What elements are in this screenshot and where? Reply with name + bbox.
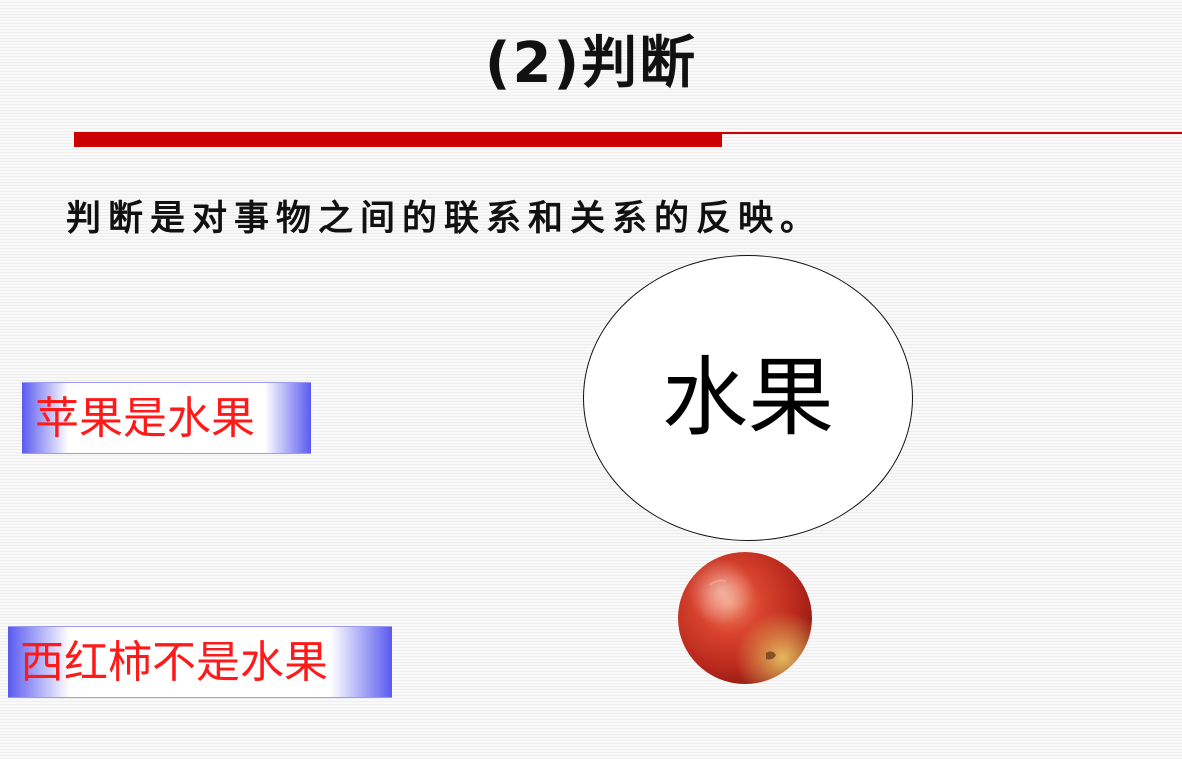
statement-box-tomato: 西红柿不是水果 [8,626,392,698]
slide-title: (2)判断 [484,31,698,96]
title-underline-thick [74,133,722,147]
set-label: 水果 [662,348,834,448]
apple-icon [678,552,812,684]
definition-text: 判断是对事物之间的联系和关系的反映。 [66,198,823,239]
statement-box-apple: 苹果是水果 [22,382,311,454]
